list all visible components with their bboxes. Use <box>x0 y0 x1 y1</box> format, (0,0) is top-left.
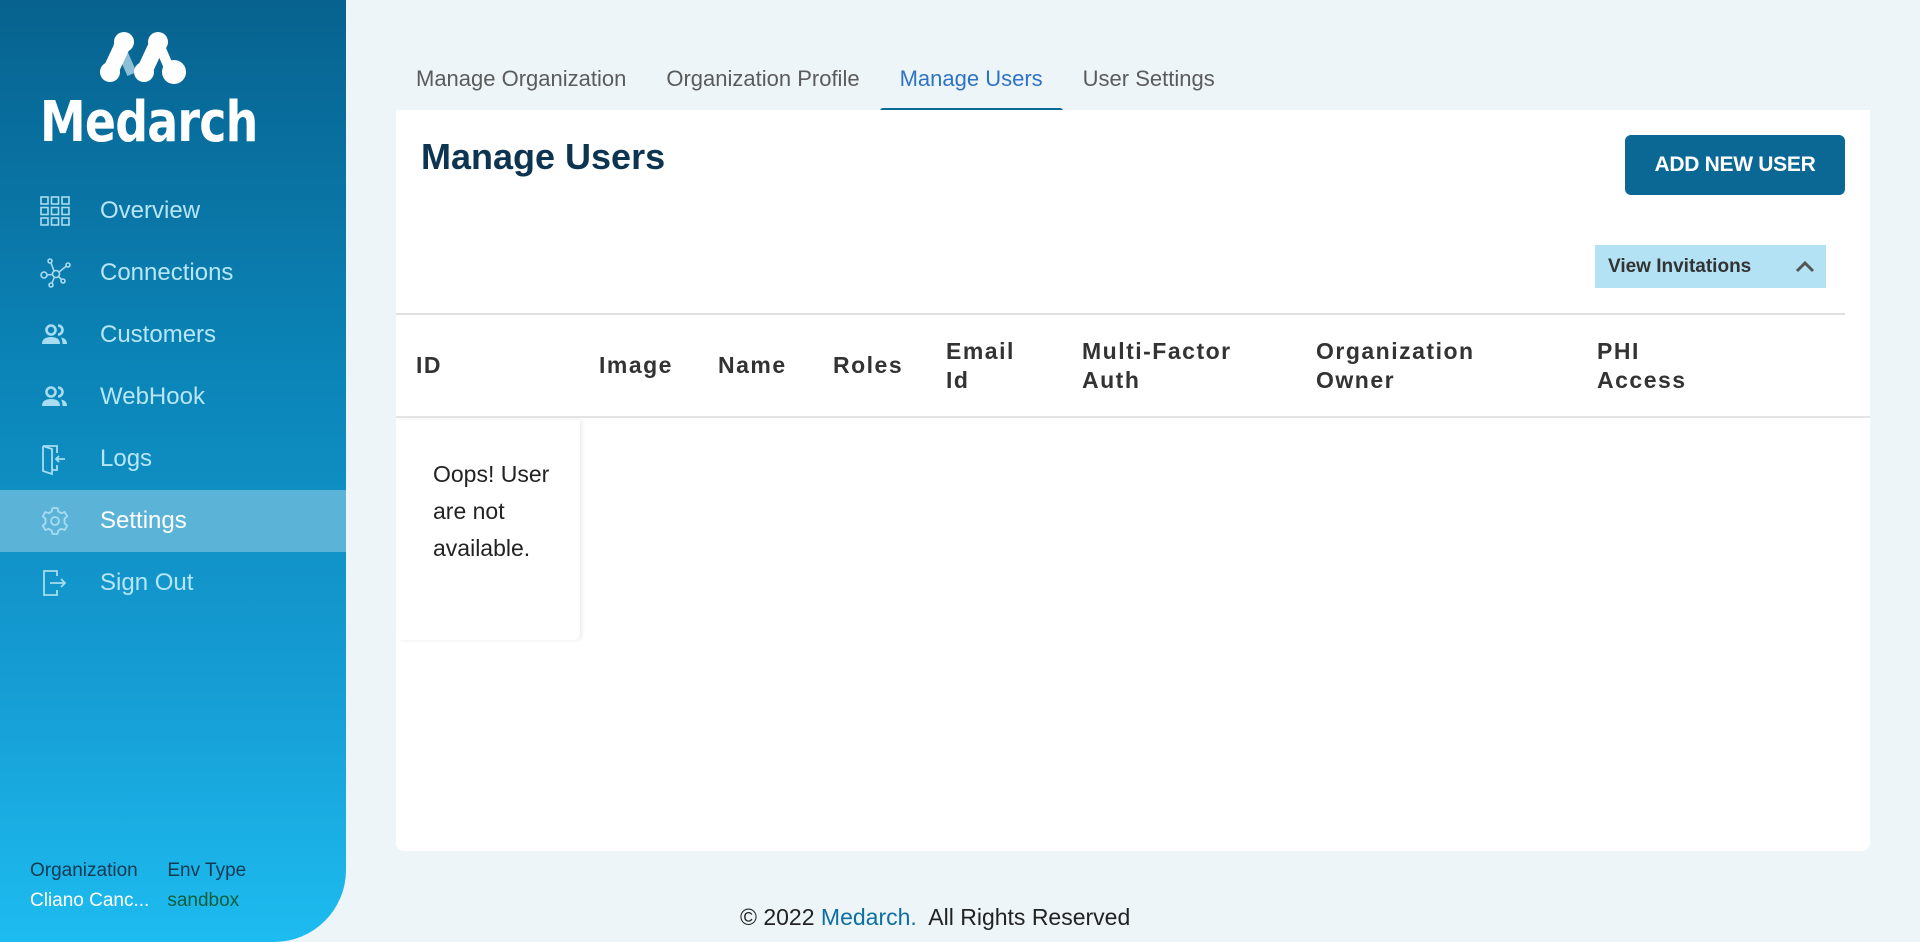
sidebar-nav: Overview Connections Customers WebHook L… <box>0 180 346 614</box>
sidebar-item-label: Connections <box>100 259 234 286</box>
organization-value: Cliano Canc... <box>30 890 150 911</box>
sidebar-item-webhook[interactable]: WebHook <box>0 366 346 428</box>
empty-state-message: Oops! User are not available. <box>396 420 580 640</box>
sidebar-item-settings[interactable]: Settings <box>0 490 346 552</box>
table-header: ID Image Name Roles Email Id Multi-Facto… <box>396 313 1845 416</box>
organization-label: Organization <box>30 860 138 881</box>
env-type-value: sandbox <box>167 890 240 911</box>
footer-brand-link[interactable]: Medarch. <box>821 904 917 930</box>
tab-manage-users[interactable]: Manage Users <box>879 58 1063 114</box>
door-enter-icon <box>38 442 72 476</box>
sidebar-item-overview[interactable]: Overview <box>0 180 346 242</box>
medarch-logo[interactable]: Medarch <box>40 28 258 155</box>
sidebar-item-label: Overview <box>100 197 201 224</box>
tab-user-settings[interactable]: User Settings <box>1063 58 1235 110</box>
sidebar: Medarch Overview Connections Customers W… <box>0 0 346 942</box>
logo-mark-icon <box>100 32 186 84</box>
env-type-label: Env Type <box>167 860 247 881</box>
gear-icon <box>38 504 72 538</box>
tab-organization-profile[interactable]: Organization Profile <box>646 58 879 110</box>
logo-text: Medarch <box>40 90 258 155</box>
sign-out-icon <box>38 566 72 600</box>
view-invitations-toggle[interactable]: View Invitations <box>1595 245 1826 288</box>
manage-users-card: Manage Users ADD NEW USER View Invitatio… <box>396 110 1870 851</box>
sidebar-item-label: WebHook <box>100 383 205 410</box>
column-header-organization-owner[interactable]: Organization Owner <box>1316 315 1506 416</box>
column-header-email-id[interactable]: Email Id <box>946 315 1036 416</box>
add-new-user-button[interactable]: ADD NEW USER <box>1625 135 1845 195</box>
sidebar-item-sign-out[interactable]: Sign Out <box>0 552 346 614</box>
column-header-id[interactable]: ID <box>416 315 442 416</box>
copyright-text: © 2022 <box>740 904 821 930</box>
column-header-image[interactable]: Image <box>599 315 673 416</box>
grid-icon <box>38 194 72 228</box>
page-title: Manage Users <box>421 136 666 177</box>
sidebar-item-customers[interactable]: Customers <box>0 304 346 366</box>
users-icon <box>38 318 72 352</box>
view-invitations-label: View Invitations <box>1608 255 1752 277</box>
sidebar-item-label: Sign Out <box>100 569 194 596</box>
column-header-roles[interactable]: Roles <box>833 315 903 416</box>
sidebar-item-connections[interactable]: Connections <box>0 242 346 304</box>
chevron-up-icon <box>1795 260 1815 273</box>
page-footer: © 2022 Medarch. All Rights Reserved <box>740 904 1130 931</box>
rights-text: All Rights Reserved <box>916 904 1131 930</box>
sidebar-footer: Organization Cliano Canc... Env Type san… <box>30 860 246 912</box>
sidebar-item-logs[interactable]: Logs <box>0 428 346 490</box>
network-icon <box>38 256 72 290</box>
sidebar-item-label: Settings <box>100 507 187 534</box>
header-divider <box>396 416 1870 418</box>
column-header-multi-factor-auth[interactable]: Multi-Factor Auth <box>1082 315 1272 416</box>
column-header-phi-access[interactable]: PHI Access <box>1597 315 1707 416</box>
settings-tabs: Manage Organization Organization Profile… <box>396 58 1235 114</box>
tab-manage-organization[interactable]: Manage Organization <box>396 58 646 110</box>
column-header-name[interactable]: Name <box>718 315 787 416</box>
users-icon <box>38 380 72 414</box>
users-table: ID Image Name Roles Email Id Multi-Facto… <box>396 313 1870 640</box>
sidebar-item-label: Logs <box>100 445 153 472</box>
sidebar-item-label: Customers <box>100 321 217 348</box>
